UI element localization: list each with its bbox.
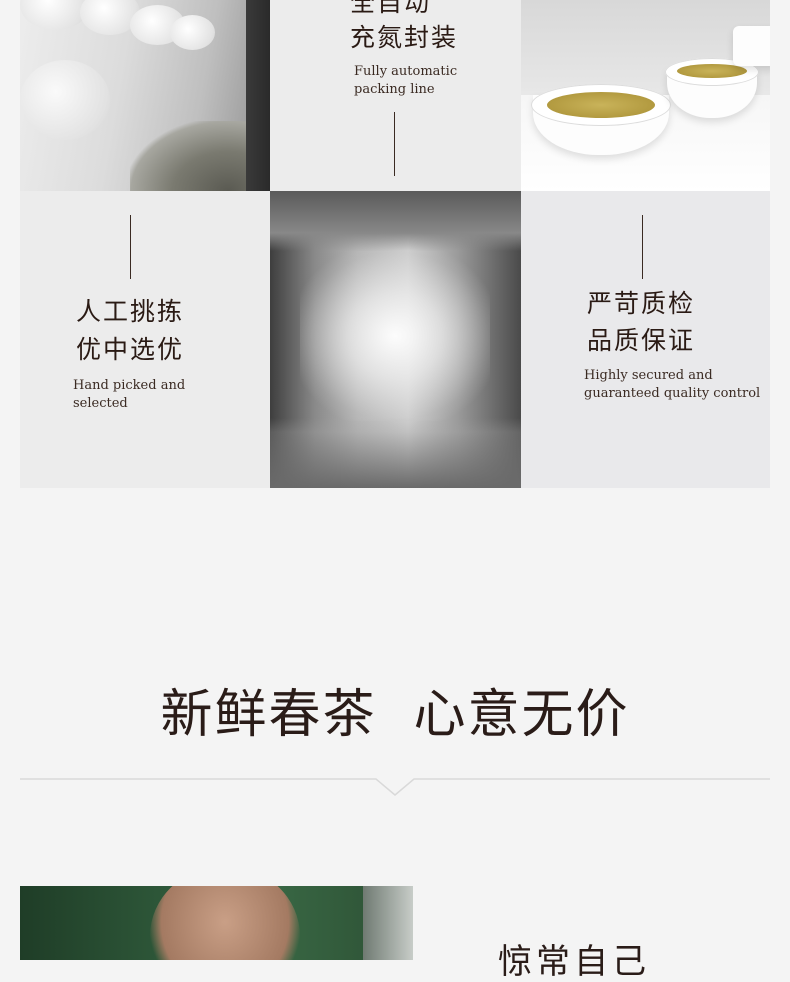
picking-divider-line — [130, 215, 131, 279]
photo-tea-cups — [521, 0, 770, 191]
quality-subtitle-line-1: Highly secured and — [584, 368, 713, 383]
picking-subtitle-line-2: selected — [73, 396, 128, 411]
quality-subtitle-line-2: guaranteed quality control — [584, 386, 761, 401]
quality-divider-line — [642, 215, 643, 279]
packing-title-line-2: 充氮封装 — [350, 23, 459, 52]
tile-packing: 全自动 充氮封装 Fully automatic packing line — [270, 0, 521, 191]
tile-quality: 严苛质检 品质保证 Highly secured and guaranteed … — [521, 191, 770, 488]
quality-title-line-2: 品质保证 — [587, 326, 696, 355]
packing-title-line-1: 全自动 — [350, 0, 432, 17]
photo-hand-tea — [20, 886, 413, 960]
photo-tea-workers — [20, 0, 270, 191]
section-headline: 新鲜春茶 心意无价 — [160, 685, 630, 745]
packing-divider-line — [394, 112, 395, 176]
section-divider — [20, 778, 770, 796]
next-section-heading: 惊常自己 — [498, 942, 650, 982]
picking-title-line-2: 优中选优 — [76, 335, 185, 364]
quality-title-line-1: 严苛质检 — [587, 289, 696, 318]
packing-subtitle-line-1: Fully automatic — [354, 64, 458, 79]
feature-grid: 全自动 充氮封装 Fully automatic packing line 人工… — [20, 0, 770, 488]
picking-title-line-1: 人工挑拣 — [76, 297, 185, 326]
photo-packing-machine — [270, 191, 521, 488]
packing-subtitle-line-2: packing line — [354, 82, 435, 97]
tile-picking: 人工挑拣 优中选优 Hand picked and selected — [20, 191, 270, 488]
picking-subtitle-line-1: Hand picked and — [73, 378, 186, 393]
